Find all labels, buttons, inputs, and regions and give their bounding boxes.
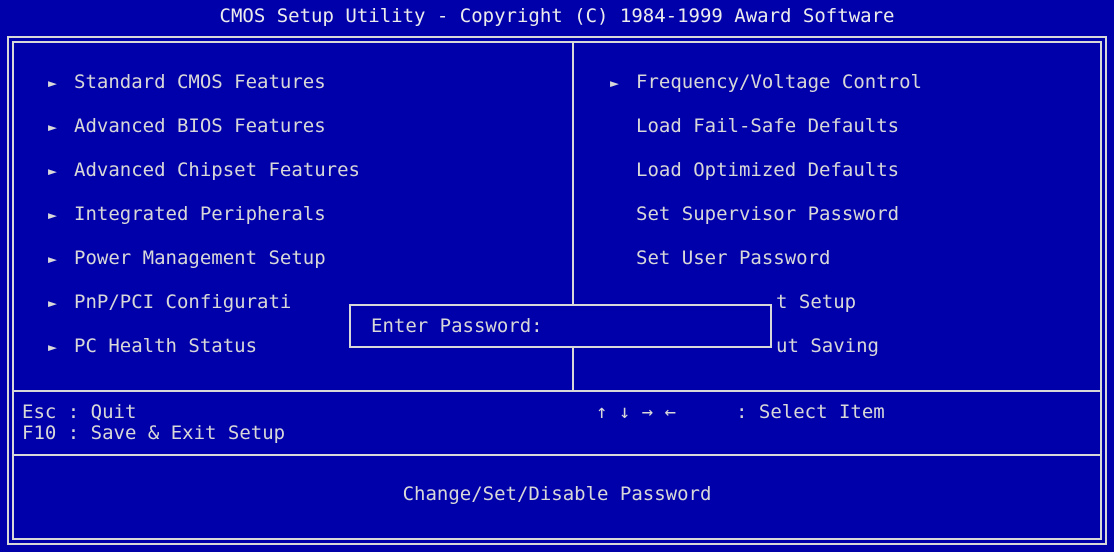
menu-item-pc-health-status[interactable]: ► PC Health Status: [48, 332, 257, 360]
submenu-arrow-icon: ►: [48, 338, 58, 356]
menu-item-load-fail-safe-defaults[interactable]: Load Fail-Safe Defaults: [636, 112, 899, 140]
menu-item-load-optimized-defaults[interactable]: Load Optimized Defaults: [636, 156, 899, 184]
submenu-arrow-icon: ►: [48, 206, 58, 224]
help-select-item: : Select Item: [736, 401, 885, 423]
submenu-arrow-icon: ►: [48, 74, 58, 92]
menu-item-set-supervisor-password[interactable]: Set Supervisor Password: [636, 200, 899, 228]
status-line: Change/Set/Disable Password: [402, 483, 712, 505]
menu-item-set-user-password[interactable]: Set User Password: [636, 244, 830, 272]
help-f10: F10 : Save & Exit Setup: [22, 422, 286, 444]
menu-item-power-management-setup[interactable]: ► Power Management Setup: [48, 244, 326, 272]
password-dialog[interactable]: Enter Password:: [349, 304, 772, 348]
menu-item-frequency-voltage-control[interactable]: ► Frequency/Voltage Control: [610, 68, 922, 96]
submenu-arrow-icon: ►: [48, 294, 58, 312]
menu-item-standard-cmos-features[interactable]: ► Standard CMOS Features: [48, 68, 326, 96]
menu-item-pnp-pci-configuration[interactable]: ► PnP/PCI Configurati: [48, 288, 291, 316]
help-nav-keys: ↑ ↓ → ←: [596, 401, 677, 423]
status-divider: [12, 454, 1102, 456]
menu-item-advanced-bios-features[interactable]: ► Advanced BIOS Features: [48, 112, 326, 140]
help-divider: [12, 390, 1102, 392]
submenu-arrow-icon: ►: [48, 118, 58, 136]
menu-item-save-exit-setup[interactable]: t Setup: [776, 288, 856, 316]
submenu-arrow-icon: ►: [48, 250, 58, 268]
window-title: CMOS Setup Utility - Copyright (C) 1984-…: [219, 5, 895, 27]
help-esc: Esc : Quit: [22, 401, 137, 423]
menu-item-integrated-peripherals[interactable]: ► Integrated Peripherals: [48, 200, 326, 228]
submenu-arrow-icon: ►: [48, 162, 58, 180]
password-prompt: Enter Password:: [371, 315, 543, 337]
menu-item-exit-without-saving[interactable]: ut Saving: [776, 332, 879, 360]
submenu-arrow-icon: ►: [610, 74, 620, 92]
menu-item-advanced-chipset-features[interactable]: ► Advanced Chipset Features: [48, 156, 360, 184]
